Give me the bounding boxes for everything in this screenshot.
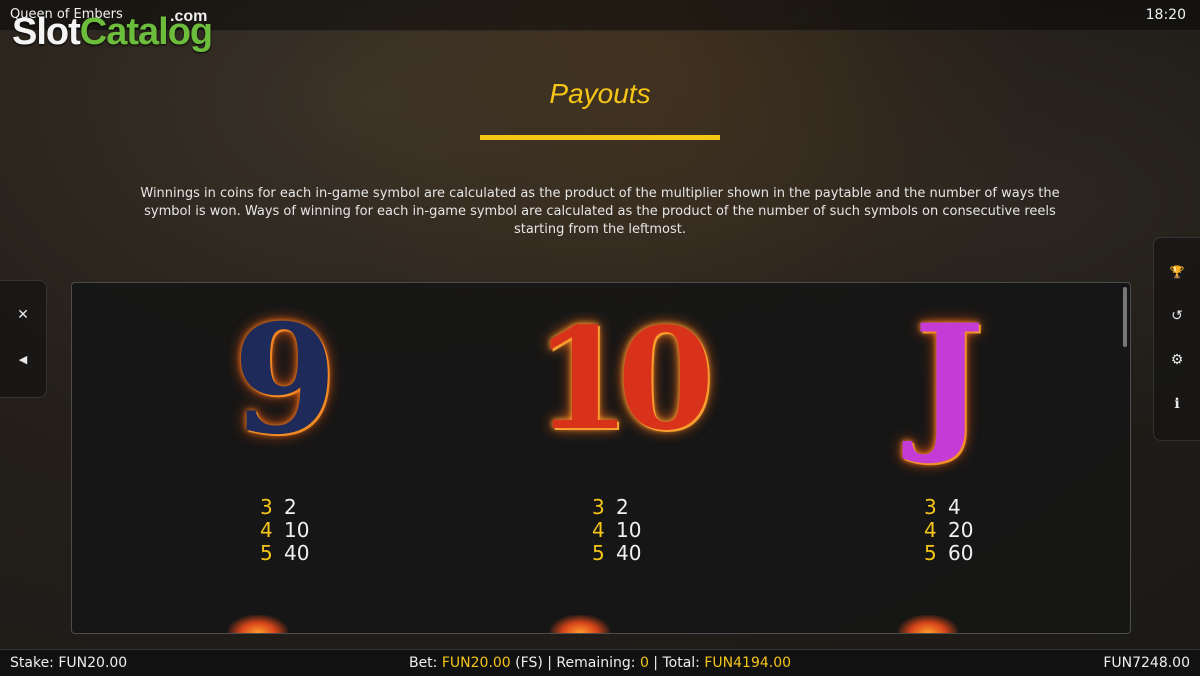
page-title: Payouts — [549, 78, 651, 109]
pay-row: 5 60 — [924, 541, 1049, 565]
pay-value: 40 — [616, 541, 642, 565]
payout-description: Winnings in coins for each in-game symbo… — [140, 186, 1060, 237]
settings-icon: ⚙ — [1170, 352, 1184, 368]
info-button[interactable]: i — [1154, 390, 1200, 418]
pay-value: 60 — [948, 541, 974, 565]
pay-value: 20 — [948, 518, 974, 542]
pay-count: 4 — [924, 518, 937, 542]
info-icon: i — [1174, 396, 1180, 412]
symbol-10-image: 10 — [517, 295, 717, 465]
pay-row: 32 — [592, 495, 717, 519]
close-button[interactable]: ✕ — [0, 301, 46, 329]
symbol-j-glyph: J — [913, 292, 985, 468]
pay-count: 4 — [592, 518, 605, 542]
pay-row: 4 20 — [924, 518, 1049, 542]
close-icon: ✕ — [17, 307, 29, 323]
pay-value: 2 — [616, 495, 629, 519]
pay-row: 4 10 — [260, 518, 385, 542]
symbol-9-glyph: 9 — [232, 292, 338, 468]
balance-display: FUN7248.00 — [1103, 655, 1190, 671]
next-symbol-flame — [228, 615, 288, 633]
pay-value: 10 — [616, 518, 642, 542]
pay-row: 5 40 — [260, 541, 385, 565]
remaining-value: 0 — [639, 655, 649, 671]
sound-button[interactable]: ◀ — [0, 345, 46, 373]
bet-value: FUN20.00 — [441, 655, 511, 671]
total-value: FUN4194.00 — [704, 655, 792, 671]
title-underline — [480, 135, 720, 140]
pay-count: 5 — [592, 541, 605, 565]
symbol-j-image: J — [849, 295, 1049, 465]
logo-slot: Slot — [12, 11, 81, 53]
pay-row: 32 — [260, 495, 385, 519]
settings-button[interactable]: ⚙ — [1154, 346, 1200, 374]
pay-count: 4 — [260, 518, 273, 542]
left-side-panel: ✕ ◀ — [0, 280, 47, 398]
next-symbol-flame — [550, 615, 610, 633]
scrollbar[interactable] — [1123, 287, 1127, 347]
paytable-panel[interactable]: 9 32 4 10 5 40 10 32 4 10 5 40 J 34 4 20 5 60 — [71, 282, 1131, 634]
symbol-10-pays: 32 4 10 5 40 — [517, 495, 717, 565]
bottom-bar: Stake: FUN20.00 Bet: FUN20.00 (FS) | Rem… — [0, 649, 1200, 676]
symbol-card-j: J 34 4 20 5 60 — [849, 295, 1049, 565]
next-symbol-flame — [898, 615, 958, 633]
bet-summary: Bet: FUN20.00 (FS) | Remaining: 0 | Tota… — [408, 655, 792, 671]
pay-value: 2 — [284, 495, 297, 519]
symbol-card-9: 9 32 4 10 5 40 — [185, 295, 385, 565]
history-icon: ↺ — [1171, 308, 1183, 324]
pay-value: 4 — [948, 495, 961, 519]
symbol-9-pays: 32 4 10 5 40 — [185, 495, 385, 565]
symbol-card-10: 10 32 4 10 5 40 — [517, 295, 717, 565]
symbol-j-pays: 34 4 20 5 60 — [849, 495, 1049, 565]
symbol-10-glyph: 10 — [533, 298, 715, 462]
trophy-icon: 🏆 — [1169, 265, 1185, 279]
remaining-label: Remaining: — [556, 655, 636, 671]
pay-count: 5 — [260, 541, 273, 565]
pay-value: 10 — [284, 518, 310, 542]
logo-com: .com — [170, 8, 208, 25]
clock: 18:20 — [1145, 7, 1186, 23]
symbol-9-image: 9 — [185, 295, 385, 465]
sound-icon: ◀ — [18, 352, 28, 366]
pay-row: 5 40 — [592, 541, 717, 565]
pay-row: 4 10 — [592, 518, 717, 542]
pay-count: 3 — [924, 495, 937, 519]
pay-row: 34 — [924, 495, 1049, 519]
bet-label: Bet: — [408, 655, 438, 671]
total-label: Total: — [662, 655, 700, 671]
pay-value: 40 — [284, 541, 310, 565]
pay-count: 3 — [592, 495, 605, 519]
history-button[interactable]: ↺ — [1154, 302, 1200, 330]
paytable-button[interactable]: 🏆 — [1154, 258, 1200, 286]
pay-count: 3 — [260, 495, 273, 519]
right-side-panel: 🏆 ↺ ⚙ i — [1153, 237, 1200, 441]
pay-count: 5 — [924, 541, 937, 565]
free-spins-tag: (FS) — [515, 655, 543, 671]
